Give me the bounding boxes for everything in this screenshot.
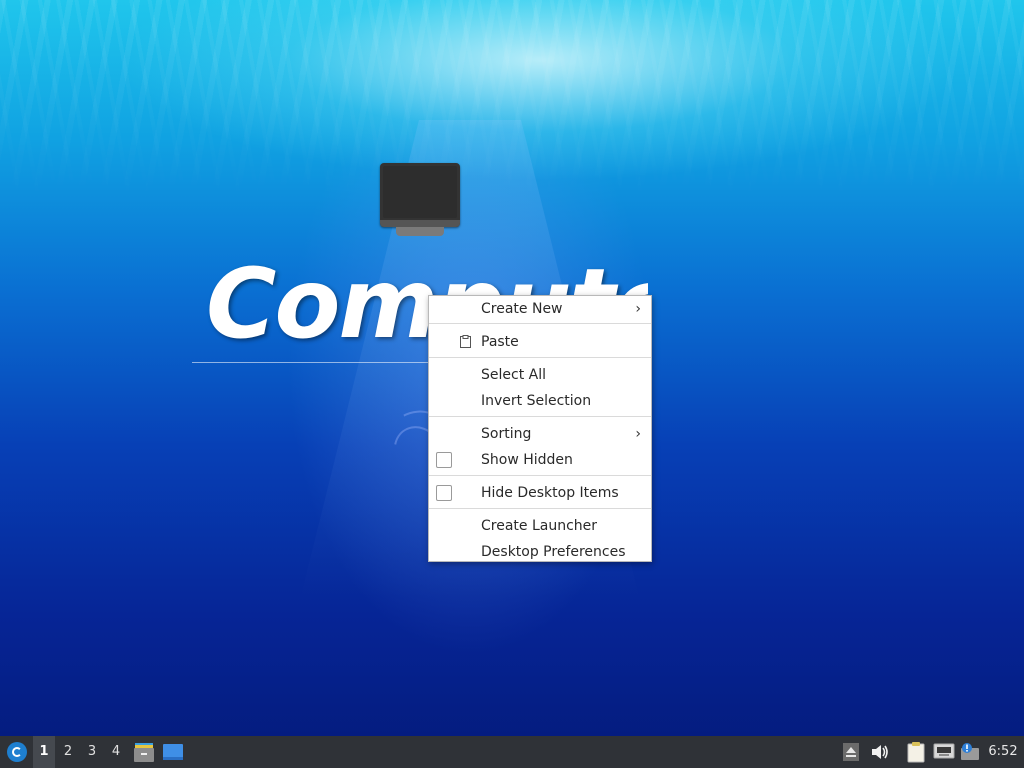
- workspace-4[interactable]: 4: [105, 736, 127, 768]
- eject-button[interactable]: [840, 736, 862, 768]
- eject-icon: [843, 743, 859, 761]
- menu-item-label: Create New: [481, 301, 563, 317]
- workspace-2[interactable]: 2: [57, 736, 79, 768]
- paste-icon: [460, 335, 471, 348]
- desktop-context-menu: Create New › Paste Select All Invert Sel…: [428, 295, 652, 562]
- update-notifier-icon: [961, 743, 979, 760]
- show-desktop-icon: [163, 744, 183, 760]
- menu-separator: [429, 357, 651, 358]
- computer-desktop-icon[interactable]: [376, 160, 464, 240]
- menu-item-select-all[interactable]: Select All: [429, 362, 651, 388]
- menu-item-label: Show Hidden: [481, 452, 573, 468]
- volume-icon: [872, 745, 888, 759]
- menu-item-invert-selection[interactable]: Invert Selection: [429, 388, 651, 414]
- clipboard-icon: [907, 742, 925, 763]
- menu-item-label: Hide Desktop Items: [481, 485, 619, 501]
- menu-separator: [429, 416, 651, 417]
- menu-item-label: Select All: [481, 367, 546, 383]
- show-desktop-launcher[interactable]: [160, 736, 186, 768]
- menu-item-show-hidden[interactable]: Show Hidden: [429, 447, 651, 473]
- menu-item-paste[interactable]: Paste: [429, 329, 651, 355]
- menu-item-create-launcher[interactable]: Create Launcher: [429, 513, 651, 539]
- submenu-arrow-icon: ›: [635, 426, 641, 442]
- menu-item-create-new[interactable]: Create New ›: [429, 296, 651, 322]
- network-button[interactable]: [932, 736, 956, 768]
- hide-desktop-items-checkbox[interactable]: [436, 485, 452, 501]
- file-manager-launcher[interactable]: [131, 736, 157, 768]
- clipboard-button[interactable]: [904, 736, 928, 768]
- volume-button[interactable]: [868, 736, 892, 768]
- file-manager-icon: [134, 743, 154, 762]
- menu-item-label: Paste: [481, 334, 519, 350]
- clock[interactable]: 6:52: [986, 736, 1020, 768]
- menu-separator: [429, 508, 651, 509]
- taskbar: 1 2 3 4 6:52: [0, 736, 1024, 768]
- update-notifier-button[interactable]: [958, 736, 982, 768]
- menu-item-sorting[interactable]: Sorting ›: [429, 421, 651, 447]
- menu-separator: [429, 475, 651, 476]
- menu-separator: [429, 323, 651, 324]
- start-menu-button[interactable]: [3, 736, 29, 768]
- menu-item-hide-desktop-items[interactable]: Hide Desktop Items: [429, 480, 651, 506]
- monitor-icon: [380, 163, 460, 227]
- network-icon: [933, 743, 955, 759]
- menu-item-desktop-preferences[interactable]: Desktop Preferences: [429, 539, 651, 565]
- workspace-1[interactable]: 1: [33, 736, 55, 768]
- workspace-3[interactable]: 3: [81, 736, 103, 768]
- show-hidden-checkbox[interactable]: [436, 452, 452, 468]
- lubuntu-logo-icon: [7, 742, 27, 762]
- submenu-arrow-icon: ›: [635, 301, 641, 317]
- menu-item-label: Sorting: [481, 426, 532, 442]
- menu-item-label: Invert Selection: [481, 393, 592, 409]
- menu-item-label: Desktop Preferences: [481, 544, 626, 560]
- menu-item-label: Create Launcher: [481, 518, 598, 534]
